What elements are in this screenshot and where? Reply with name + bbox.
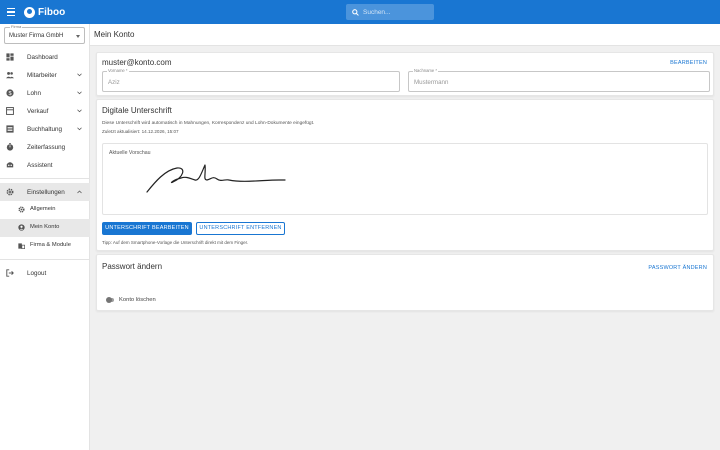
account-icon: [18, 224, 25, 231]
delete-account-toggle[interactable]: [106, 297, 114, 303]
company-select-label: Firma: [10, 24, 23, 29]
sidebar-item-label: Einstellungen: [27, 188, 65, 196]
sidebar-item-label: Logout: [27, 269, 47, 277]
chevron-up-icon: [77, 190, 82, 194]
page-title: Mein Konto: [94, 30, 135, 39]
sidebar-item-mitarbeiter[interactable]: Mitarbeiter: [0, 66, 90, 84]
logo-icon: [24, 6, 35, 18]
sidebar-subitem-label: Allgemein: [30, 206, 56, 212]
chevron-down-icon: [77, 109, 82, 113]
company-select-value: Muster Firma GmbH: [9, 33, 64, 39]
sidebar-item-einstellungen[interactable]: Einstellungen: [0, 183, 90, 201]
account-email: muster@konto.com: [102, 58, 172, 67]
delete-account-label: Konto löschen: [119, 297, 156, 303]
sidebar-item-assistent[interactable]: Assistent: [0, 156, 90, 174]
sidebar-subitem-label: Mein Konto: [30, 224, 60, 230]
sidebar-nav: Dashboard Mitarbeiter $ Lohn Verkauf Buc…: [0, 48, 90, 282]
first-name-field[interactable]: Vorname * Aziz: [102, 68, 400, 92]
page-header: Mein Konto: [90, 24, 720, 46]
edit-account-button[interactable]: BEARBEITEN: [670, 60, 707, 66]
sidebar-item-label: Assistent: [27, 161, 53, 169]
logout-icon: [6, 269, 14, 277]
sidebar-subitem-mein-konto[interactable]: Mein Konto: [0, 219, 90, 237]
signature-image: [146, 164, 286, 193]
signature-title: Digitale Unterschrift: [102, 106, 172, 115]
sidebar-item-verkauf[interactable]: Verkauf: [0, 102, 90, 120]
password-card: Passwort ändern PASSWORT ÄNDERN Konto lö…: [96, 254, 714, 311]
accounting-icon: [6, 125, 14, 133]
signature-description: Diese Unterschrift wird automatisch in M…: [102, 121, 315, 126]
last-name-label: Nachname *: [413, 68, 439, 73]
sidebar-item-buchhaltung[interactable]: Buchhaltung: [0, 120, 90, 138]
dropdown-arrow-icon: [76, 35, 80, 38]
last-name-value: Mustermann: [414, 79, 449, 86]
preview-label: Aktuelle Vorschau: [109, 150, 151, 156]
sidebar-item-label: Mitarbeiter: [27, 71, 57, 79]
remove-signature-button[interactable]: UNTERSCHRIFT ENTFERNEN: [196, 222, 285, 235]
search-box[interactable]: [346, 4, 434, 20]
search-input[interactable]: [363, 8, 429, 16]
signature-tip: Tipp: Auf dem Smartphone-Vorlage die Unt…: [102, 240, 249, 245]
money-icon: $: [6, 89, 14, 97]
first-name-value: Aziz: [108, 79, 120, 86]
sidebar-item-logout[interactable]: Logout: [0, 264, 90, 282]
sidebar-item-lohn[interactable]: $ Lohn: [0, 84, 90, 102]
sidebar-divider: [0, 259, 90, 260]
app-name: Fiboo: [38, 6, 66, 18]
assistant-icon: [6, 162, 14, 168]
sidebar-subitem-firma-module[interactable]: Firma & Module: [0, 237, 90, 255]
sidebar: Firma Muster Firma GmbH Dashboard Mitarb…: [0, 24, 90, 450]
sidebar-item-label: Buchhaltung: [27, 125, 63, 133]
first-name-label: Vorname *: [107, 68, 129, 73]
gear-icon: [6, 188, 14, 196]
sidebar-divider: [0, 178, 90, 179]
last-name-field[interactable]: Nachname * Mustermann: [408, 68, 710, 92]
signature-card: Digitale Unterschrift Diese Unterschrift…: [96, 99, 714, 251]
gear-icon: [18, 206, 25, 213]
people-icon: [6, 71, 14, 79]
chevron-down-icon: [77, 91, 82, 95]
company-select[interactable]: Firma Muster Firma GmbH: [4, 24, 85, 44]
sidebar-item-label: Verkauf: [27, 107, 49, 115]
app-logo[interactable]: Fiboo: [24, 6, 66, 18]
building-icon: [18, 243, 25, 249]
sidebar-item-label: Zeiterfassung: [27, 143, 66, 151]
dashboard-icon: [6, 53, 14, 61]
chevron-down-icon: [77, 127, 82, 131]
sidebar-item-zeiterfassung[interactable]: Zeiterfassung: [0, 138, 90, 156]
edit-signature-button[interactable]: UNTERSCHRIFT BEARBEITEN: [102, 222, 192, 235]
change-password-button[interactable]: PASSWORT ÄNDERN: [648, 265, 707, 271]
sidebar-item-dashboard[interactable]: Dashboard: [0, 48, 90, 66]
signature-preview: Aktuelle Vorschau: [102, 143, 708, 215]
sidebar-item-label: Lohn: [27, 89, 42, 97]
signature-updated: Zuletzt aktualisiert: 14.12.2026, 15:07: [102, 129, 179, 134]
password-title: Passwort ändern: [102, 262, 163, 271]
top-app-bar: Fiboo: [0, 0, 720, 24]
chevron-down-icon: [77, 73, 82, 77]
sidebar-item-label: Dashboard: [27, 53, 58, 61]
search-icon: [352, 8, 359, 16]
sidebar-subitem-allgemein[interactable]: Allgemein: [0, 201, 90, 219]
sales-icon: [6, 107, 14, 115]
account-card: muster@konto.com BEARBEITEN Vorname * Az…: [96, 52, 714, 96]
timer-icon: [6, 143, 14, 151]
menu-icon[interactable]: [2, 0, 20, 24]
sidebar-subitem-label: Firma & Module: [30, 242, 71, 248]
